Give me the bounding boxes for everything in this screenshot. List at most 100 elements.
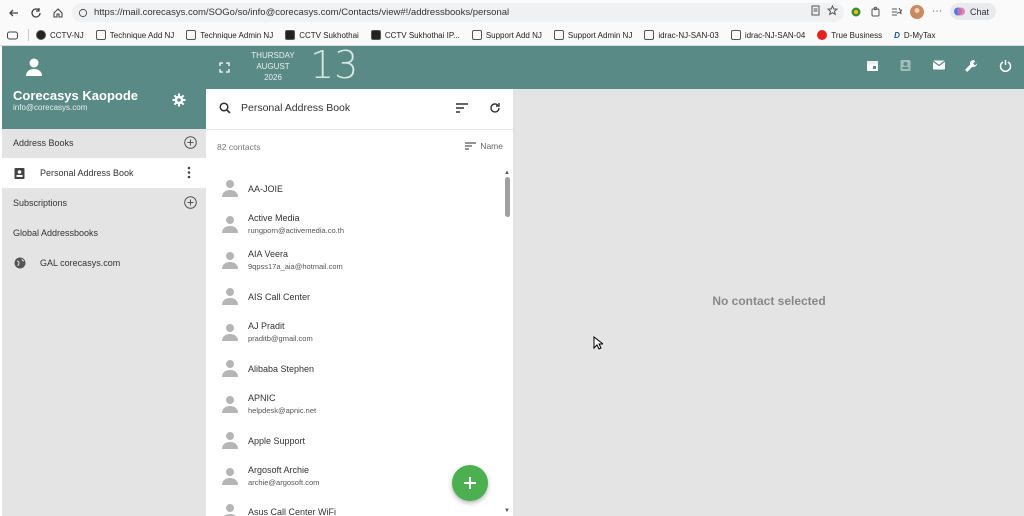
- gear-icon[interactable]: [172, 93, 186, 107]
- personal-address-book-label: Personal Address Book: [40, 168, 134, 178]
- contact-row[interactable]: AIA Veera 9qpss17a_aia@hotmail.com: [207, 243, 503, 279]
- camera-icon: [370, 30, 381, 40]
- bookmark-technique-add[interactable]: Technique Add NJ: [95, 30, 174, 40]
- contact-name: Asus Call Center WiFi: [248, 507, 337, 516]
- bookmark-label: idrac-NJ-SAN-03: [658, 30, 719, 40]
- bookmark-idrac-03[interactable]: idrac-NJ-SAN-03: [644, 30, 719, 40]
- contact-email: archie@argosoft.com: [248, 478, 320, 487]
- home-icon[interactable]: [47, 2, 69, 24]
- scrollbar-thumb[interactable]: [505, 177, 510, 217]
- bookmark-d-mytax[interactable]: D D-MyTax: [894, 31, 935, 40]
- empty-state-message: No contact selected: [712, 294, 826, 308]
- fullscreen-icon[interactable]: [219, 62, 230, 73]
- person-icon: [221, 179, 239, 197]
- wrench-icon[interactable]: [964, 59, 978, 73]
- lock-icon: [78, 8, 88, 18]
- address-books-header: Address Books: [2, 128, 206, 158]
- chat-button[interactable]: Chat: [950, 3, 997, 20]
- bookmark-support-admin[interactable]: Support Admin NJ: [553, 30, 633, 40]
- user-icon: [24, 57, 44, 77]
- divider: [28, 29, 29, 41]
- d-icon: D: [894, 30, 900, 40]
- sort-icon[interactable]: [456, 103, 468, 113]
- mail-icon[interactable]: [932, 59, 946, 71]
- profile-avatar[interactable]: [910, 4, 924, 19]
- bookmark-technique-admin[interactable]: Technique Admin NJ: [186, 30, 273, 40]
- contact-card-icon: [14, 167, 25, 180]
- contacts-icon[interactable]: [899, 59, 912, 72]
- page-icon: [186, 30, 197, 40]
- search-icon[interactable]: [219, 102, 231, 114]
- contact-row[interactable]: Apple Support: [207, 423, 503, 459]
- user-email: info@corecasys.com: [13, 103, 88, 112]
- puzzle-icon[interactable]: [870, 6, 882, 18]
- brand-icon: [817, 30, 828, 40]
- bookmark-true-business[interactable]: True Business: [817, 30, 882, 40]
- server-icon: [730, 30, 741, 40]
- contact-row[interactable]: Asus Call Center WiFi: [207, 495, 503, 516]
- sort-by-name[interactable]: Name: [465, 141, 503, 151]
- bookmarks-bar: CCTV-NJ Technique Add NJ Technique Admin…: [0, 25, 1024, 46]
- add-subscription-icon[interactable]: [184, 196, 197, 209]
- person-icon: [221, 359, 239, 377]
- bookmark-cctv-sukhothai[interactable]: CCTV Sukhothai: [285, 30, 359, 40]
- back-icon[interactable]: [3, 2, 25, 24]
- contact-name: AIS Call Center: [248, 292, 311, 302]
- sogo-app: Corecasys Kaopode info@corecasys.com Add…: [0, 43, 1024, 516]
- bookmark-idrac-04[interactable]: idrac-NJ-SAN-04: [730, 30, 805, 40]
- calendar-icon[interactable]: [866, 59, 879, 72]
- bookmark-label: Technique Admin NJ: [200, 30, 274, 40]
- add-address-book-icon[interactable]: [184, 136, 197, 149]
- bookmark-label: D-MyTax: [903, 30, 936, 40]
- plus-icon: [464, 477, 476, 489]
- scroll-down-arrow[interactable]: ▼: [504, 508, 510, 514]
- reader-icon[interactable]: [810, 5, 821, 16]
- bookmark-cctv-sukhothai-ip[interactable]: CCTV Sukhothai IP...: [370, 30, 460, 40]
- more-vert-icon[interactable]: [187, 166, 191, 179]
- person-icon: [221, 251, 239, 269]
- contact-detail-pane: No contact selected: [514, 89, 1024, 516]
- contact-row[interactable]: AIS Call Center: [207, 279, 503, 315]
- bookmark-label: CCTV Sukhothai IP...: [384, 30, 460, 40]
- sort-lines-icon: [465, 142, 477, 150]
- contact-row[interactable]: Active Media rungporn@activemedia.co.th: [207, 207, 503, 243]
- contact-name: Apple Support: [248, 436, 306, 446]
- sidebar-item-gal[interactable]: GAL corecasys.com: [2, 248, 206, 278]
- bookmark-cctv-nj[interactable]: CCTV-NJ: [36, 30, 84, 40]
- contact-name: AIA Veera: [248, 249, 289, 259]
- global-addressbooks-header: Global Addressbooks: [2, 218, 206, 248]
- scroll-up-arrow[interactable]: ▲: [504, 170, 510, 176]
- subscriptions-label: Subscriptions: [13, 198, 68, 208]
- person-icon: [221, 503, 239, 516]
- person-icon: [221, 395, 239, 413]
- favorite-star-icon[interactable]: [827, 5, 838, 16]
- person-icon: [221, 323, 239, 341]
- address-bar[interactable]: https://mail.corecasys.com/SOGo/so/info@…: [72, 3, 844, 22]
- bookmark-label: True Business: [831, 30, 883, 40]
- contact-row[interactable]: Alibaba Stephen: [207, 351, 503, 387]
- tab-actions-icon[interactable]: [7, 31, 18, 40]
- list-title[interactable]: Personal Address Book: [241, 102, 350, 114]
- add-contact-button[interactable]: [452, 465, 488, 501]
- page-icon: [95, 30, 106, 40]
- chat-label: Chat: [970, 6, 990, 17]
- contact-row[interactable]: AA-JOIE: [207, 171, 503, 207]
- power-icon[interactable]: [999, 59, 1012, 72]
- reload-icon[interactable]: [25, 2, 47, 24]
- sidebar-item-personal-address-book[interactable]: Personal Address Book: [2, 158, 206, 188]
- favorites-icon[interactable]: [890, 6, 902, 18]
- bookmark-support-add[interactable]: Support Add NJ: [471, 30, 542, 40]
- refresh-icon[interactable]: [489, 102, 501, 114]
- bookmark-label: Support Admin NJ: [567, 30, 633, 40]
- contacts-count: 82 contacts: [217, 142, 261, 152]
- globe-icon: [14, 257, 26, 269]
- contact-row[interactable]: APNIC helpdesk@apnic.net: [207, 387, 503, 423]
- contact-name: Active Media: [248, 213, 300, 223]
- extension-icon[interactable]: [850, 6, 862, 18]
- gal-label: GAL corecasys.com: [40, 258, 121, 268]
- global-addressbooks-label: Global Addressbooks: [13, 228, 99, 238]
- contact-row[interactable]: AJ Pradit praditb@gmail.com: [207, 315, 503, 351]
- more-icon[interactable]: ⋯: [932, 6, 942, 17]
- contact-name: AJ Pradit: [248, 321, 285, 331]
- user-name: Corecasys Kaopode: [13, 88, 138, 103]
